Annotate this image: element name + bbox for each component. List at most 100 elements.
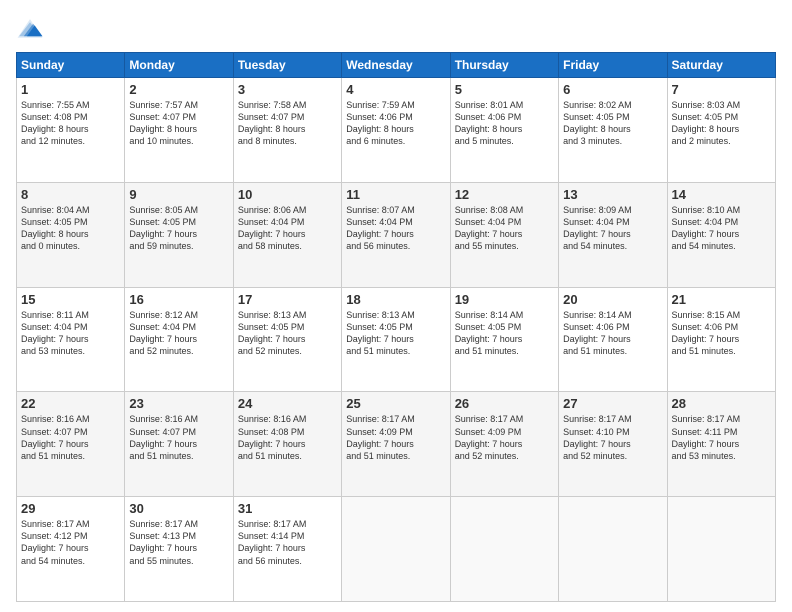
col-wednesday: Wednesday [342, 53, 450, 78]
day-number: 2 [129, 82, 228, 97]
day-info: Sunrise: 8:17 AM Sunset: 4:12 PM Dayligh… [21, 518, 120, 567]
page: Sunday Monday Tuesday Wednesday Thursday… [0, 0, 792, 612]
day-info: Sunrise: 8:12 AM Sunset: 4:04 PM Dayligh… [129, 309, 228, 358]
day-number: 10 [238, 187, 337, 202]
col-sunday: Sunday [17, 53, 125, 78]
day-info: Sunrise: 8:17 AM Sunset: 4:11 PM Dayligh… [672, 413, 771, 462]
day-info: Sunrise: 8:15 AM Sunset: 4:06 PM Dayligh… [672, 309, 771, 358]
day-number: 7 [672, 82, 771, 97]
day-info: Sunrise: 8:17 AM Sunset: 4:14 PM Dayligh… [238, 518, 337, 567]
calendar-cell: 18 Sunrise: 8:13 AM Sunset: 4:05 PM Dayli… [342, 287, 450, 392]
calendar-cell: 16 Sunrise: 8:12 AM Sunset: 4:04 PM Dayli… [125, 287, 233, 392]
day-number: 15 [21, 292, 120, 307]
calendar-cell: 4 Sunrise: 7:59 AM Sunset: 4:06 PM Daylig… [342, 78, 450, 183]
day-number: 8 [21, 187, 120, 202]
day-number: 30 [129, 501, 228, 516]
calendar-cell: 8 Sunrise: 8:04 AM Sunset: 4:05 PM Daylig… [17, 182, 125, 287]
day-number: 17 [238, 292, 337, 307]
day-number: 28 [672, 396, 771, 411]
day-info: Sunrise: 8:07 AM Sunset: 4:04 PM Dayligh… [346, 204, 445, 253]
day-number: 3 [238, 82, 337, 97]
day-number: 13 [563, 187, 662, 202]
day-number: 29 [21, 501, 120, 516]
col-thursday: Thursday [450, 53, 558, 78]
calendar-cell: 27 Sunrise: 8:17 AM Sunset: 4:10 PM Dayli… [559, 392, 667, 497]
header [16, 16, 776, 44]
day-info: Sunrise: 8:17 AM Sunset: 4:13 PM Dayligh… [129, 518, 228, 567]
calendar-cell: 28 Sunrise: 8:17 AM Sunset: 4:11 PM Dayli… [667, 392, 775, 497]
day-number: 21 [672, 292, 771, 307]
day-info: Sunrise: 8:06 AM Sunset: 4:04 PM Dayligh… [238, 204, 337, 253]
week-row-2: 8 Sunrise: 8:04 AM Sunset: 4:05 PM Daylig… [17, 182, 776, 287]
day-number: 20 [563, 292, 662, 307]
calendar-cell: 14Sunrise: 8:10 AM Sunset: 4:04 PM Dayli… [667, 182, 775, 287]
calendar-cell: 6 Sunrise: 8:02 AM Sunset: 4:05 PM Daylig… [559, 78, 667, 183]
calendar-cell: 7 Sunrise: 8:03 AM Sunset: 4:05 PM Daylig… [667, 78, 775, 183]
logo [16, 16, 48, 44]
day-info: Sunrise: 8:17 AM Sunset: 4:09 PM Dayligh… [455, 413, 554, 462]
calendar-cell: 20 Sunrise: 8:14 AM Sunset: 4:06 PM Dayli… [559, 287, 667, 392]
week-row-1: 1 Sunrise: 7:55 AM Sunset: 4:08 PM Daylig… [17, 78, 776, 183]
calendar-cell: 5 Sunrise: 8:01 AM Sunset: 4:06 PM Daylig… [450, 78, 558, 183]
day-info: Sunrise: 8:05 AM Sunset: 4:05 PM Dayligh… [129, 204, 228, 253]
calendar-cell [559, 497, 667, 602]
day-info: Sunrise: 8:16 AM Sunset: 4:07 PM Dayligh… [21, 413, 120, 462]
calendar-cell: 19 Sunrise: 8:14 AM Sunset: 4:05 PM Dayli… [450, 287, 558, 392]
calendar-cell: 30 Sunrise: 8:17 AM Sunset: 4:13 PM Dayli… [125, 497, 233, 602]
day-info: Sunrise: 8:14 AM Sunset: 4:05 PM Dayligh… [455, 309, 554, 358]
col-tuesday: Tuesday [233, 53, 341, 78]
logo-icon [16, 16, 44, 44]
calendar-cell [450, 497, 558, 602]
day-number: 6 [563, 82, 662, 97]
day-number: 1 [21, 82, 120, 97]
calendar-cell: 26 Sunrise: 8:17 AM Sunset: 4:09 PM Dayli… [450, 392, 558, 497]
calendar-cell: 23Sunrise: 8:16 AM Sunset: 4:07 PM Dayli… [125, 392, 233, 497]
calendar-cell: 22 Sunrise: 8:16 AM Sunset: 4:07 PM Dayli… [17, 392, 125, 497]
day-number: 19 [455, 292, 554, 307]
day-info: Sunrise: 8:16 AM Sunset: 4:08 PM Dayligh… [238, 413, 337, 462]
calendar-cell: 13 Sunrise: 8:09 AM Sunset: 4:04 PM Dayli… [559, 182, 667, 287]
calendar-cell: 3Sunrise: 7:58 AM Sunset: 4:07 PM Daylig… [233, 78, 341, 183]
day-number: 22 [21, 396, 120, 411]
week-row-4: 22 Sunrise: 8:16 AM Sunset: 4:07 PM Dayli… [17, 392, 776, 497]
day-info: Sunrise: 7:59 AM Sunset: 4:06 PM Dayligh… [346, 99, 445, 148]
day-info: Sunrise: 8:13 AM Sunset: 4:05 PM Dayligh… [346, 309, 445, 358]
day-info: Sunrise: 8:01 AM Sunset: 4:06 PM Dayligh… [455, 99, 554, 148]
col-friday: Friday [559, 53, 667, 78]
calendar-cell: 2Sunrise: 7:57 AM Sunset: 4:07 PM Daylig… [125, 78, 233, 183]
calendar-cell: 9Sunrise: 8:05 AM Sunset: 4:05 PM Daylig… [125, 182, 233, 287]
day-number: 16 [129, 292, 228, 307]
day-number: 26 [455, 396, 554, 411]
col-monday: Monday [125, 53, 233, 78]
calendar-table: Sunday Monday Tuesday Wednesday Thursday… [16, 52, 776, 602]
day-info: Sunrise: 8:11 AM Sunset: 4:04 PM Dayligh… [21, 309, 120, 358]
day-number: 5 [455, 82, 554, 97]
calendar-cell: 11Sunrise: 8:07 AM Sunset: 4:04 PM Dayli… [342, 182, 450, 287]
day-info: Sunrise: 8:17 AM Sunset: 4:10 PM Dayligh… [563, 413, 662, 462]
calendar-cell: 10 Sunrise: 8:06 AM Sunset: 4:04 PM Dayli… [233, 182, 341, 287]
day-info: Sunrise: 8:03 AM Sunset: 4:05 PM Dayligh… [672, 99, 771, 148]
day-number: 12 [455, 187, 554, 202]
day-number: 27 [563, 396, 662, 411]
day-info: Sunrise: 7:55 AM Sunset: 4:08 PM Dayligh… [21, 99, 120, 148]
day-info: Sunrise: 8:02 AM Sunset: 4:05 PM Dayligh… [563, 99, 662, 148]
day-number: 25 [346, 396, 445, 411]
calendar-cell: 24 Sunrise: 8:16 AM Sunset: 4:08 PM Dayli… [233, 392, 341, 497]
calendar-cell: 12Sunrise: 8:08 AM Sunset: 4:04 PM Dayli… [450, 182, 558, 287]
calendar-cell: 1 Sunrise: 7:55 AM Sunset: 4:08 PM Daylig… [17, 78, 125, 183]
day-number: 24 [238, 396, 337, 411]
day-info: Sunrise: 8:14 AM Sunset: 4:06 PM Dayligh… [563, 309, 662, 358]
week-row-3: 15 Sunrise: 8:11 AM Sunset: 4:04 PM Dayli… [17, 287, 776, 392]
day-number: 18 [346, 292, 445, 307]
day-number: 31 [238, 501, 337, 516]
calendar-cell: 21 Sunrise: 8:15 AM Sunset: 4:06 PM Dayli… [667, 287, 775, 392]
day-number: 23 [129, 396, 228, 411]
calendar-cell: 29 Sunrise: 8:17 AM Sunset: 4:12 PM Dayli… [17, 497, 125, 602]
day-number: 4 [346, 82, 445, 97]
day-info: Sunrise: 8:04 AM Sunset: 4:05 PM Dayligh… [21, 204, 120, 253]
col-saturday: Saturday [667, 53, 775, 78]
day-info: Sunrise: 8:17 AM Sunset: 4:09 PM Dayligh… [346, 413, 445, 462]
day-number: 14 [672, 187, 771, 202]
day-info: Sunrise: 8:09 AM Sunset: 4:04 PM Dayligh… [563, 204, 662, 253]
week-row-5: 29 Sunrise: 8:17 AM Sunset: 4:12 PM Dayli… [17, 497, 776, 602]
